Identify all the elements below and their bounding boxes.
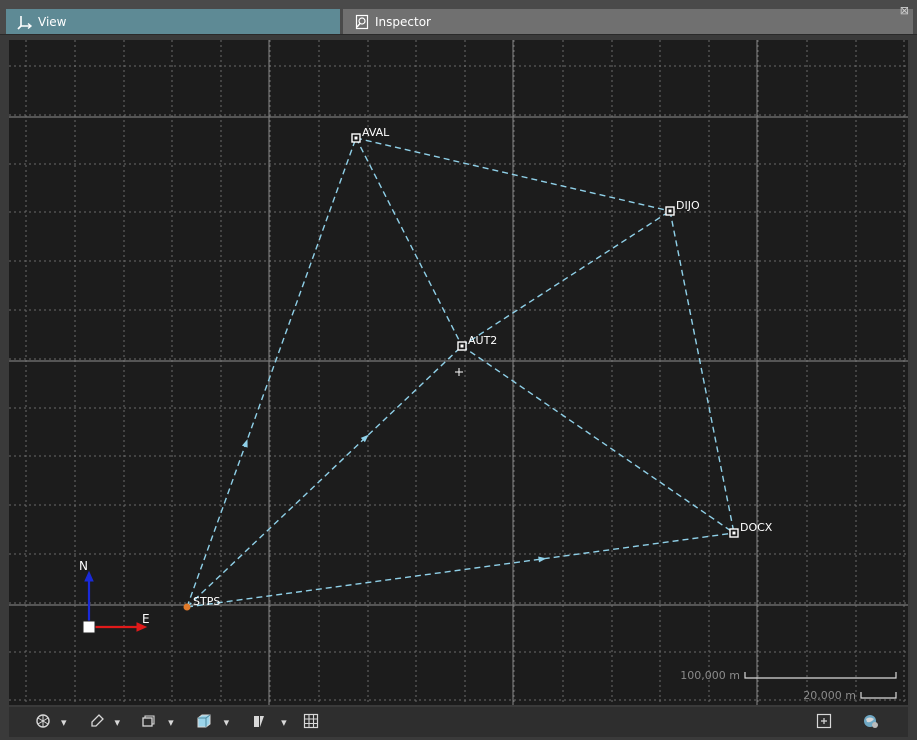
network-canvas[interactable]: AVAL DIJO AUT2 DOCX STPS N E 100,000 m 20,00… [9, 40, 908, 705]
tab-view-label: View [38, 14, 67, 29]
tab-bar: View Inspector ⊠ [0, 0, 917, 35]
filter-button[interactable]: ▾ [251, 711, 287, 733]
cube-view-icon [196, 713, 212, 732]
east-label: E [142, 612, 150, 626]
station-label: AVAL [362, 126, 390, 139]
axes-origin [82, 620, 96, 634]
baseline-dijo-docx[interactable] [669, 210, 735, 534]
station-aut2[interactable]: AUT2 [457, 334, 497, 351]
scale-major-label: 100,000 m [680, 669, 740, 682]
globe-settings-icon [862, 713, 880, 732]
station-aval[interactable]: AVAL [351, 126, 390, 143]
chevron-down-icon[interactable]: ▾ [61, 716, 67, 729]
layers-button[interactable]: ▾ [140, 711, 174, 733]
chevron-down-icon[interactable]: ▾ [115, 716, 121, 729]
station-label: DOCX [740, 521, 773, 534]
cursor-crosshair [455, 368, 463, 376]
view-toolbar: ▾ ▾ ▾ ▾ ▾ [9, 707, 908, 737]
station-label: DIJO [676, 199, 700, 212]
chevron-down-icon[interactable]: ▾ [224, 716, 230, 729]
tab-view[interactable]: View [6, 9, 340, 34]
cube-view-button[interactable]: ▾ [196, 711, 230, 733]
close-panel-icon[interactable]: ⊠ [900, 4, 909, 17]
grid-icon [303, 713, 319, 732]
baseline-aut2-docx[interactable] [461, 345, 735, 534]
grid-toggle-button[interactable] [303, 711, 319, 733]
tab-inspector[interactable]: Inspector [343, 9, 913, 34]
display-mode-button[interactable]: ▾ [35, 711, 67, 733]
axes-view-icon [16, 13, 34, 31]
draw-tool-button[interactable]: ▾ [89, 711, 121, 733]
scale-bar: 100,000 m 20,000 m [680, 669, 897, 702]
orientation-axes: N E [79, 559, 150, 634]
baseline-aval-aut2[interactable] [355, 137, 463, 347]
chevron-down-icon[interactable]: ▾ [281, 716, 287, 729]
north-label: N [79, 559, 88, 573]
map-viewport[interactable]: AVAL DIJO AUT2 DOCX STPS N E 100,000 m 20,00… [9, 40, 908, 705]
station-dijo[interactable]: DIJO [665, 199, 700, 216]
display-mode-icon [35, 713, 51, 732]
stations: AVAL DIJO AUT2 DOCX STPS [183, 126, 773, 611]
baseline-stps-aut2[interactable] [186, 345, 463, 608]
globe-settings-button[interactable] [862, 711, 880, 733]
station-docx[interactable]: DOCX [729, 521, 773, 538]
baseline-direction-arrow [241, 439, 248, 448]
draw-tool-icon [89, 713, 105, 732]
station-label: STPS [193, 595, 220, 608]
filter-icon [251, 713, 267, 732]
inspector-icon [353, 13, 371, 31]
baseline-stps-aval[interactable] [186, 137, 357, 608]
baseline-aut2-dijo[interactable] [461, 210, 671, 347]
layers-icon [140, 713, 156, 732]
station-label: AUT2 [468, 334, 497, 347]
chevron-down-icon[interactable]: ▾ [168, 716, 174, 729]
tab-inspector-label: Inspector [375, 14, 431, 29]
control-point-marker [183, 603, 191, 611]
zoom-fit-icon [816, 713, 832, 732]
scale-minor-label: 20,000 m [803, 689, 856, 702]
zoom-fit-button[interactable] [816, 711, 832, 733]
